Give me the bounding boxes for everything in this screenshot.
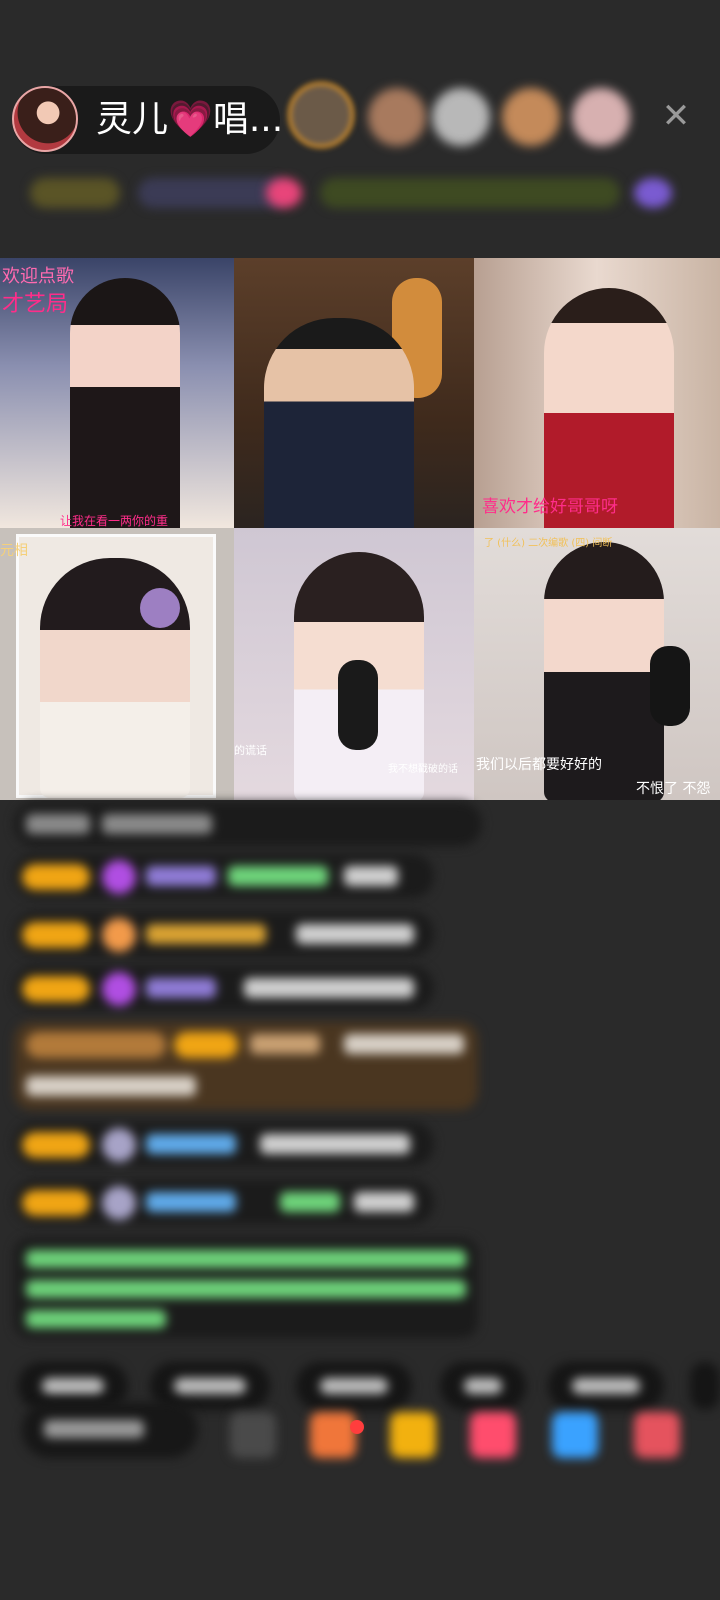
tile-caption: 欢迎点歌 [2,266,74,287]
user-avatar [102,1186,136,1220]
lantern-icon [102,918,136,952]
level-badge [174,1032,238,1058]
video-tile-4[interactable]: 元相 [0,528,234,800]
envelope-icon[interactable] [390,1412,436,1458]
notification-dot [350,1420,364,1434]
host-name[interactable]: 灵儿💗唱... [96,96,283,144]
top-viewer-avatar-3[interactable] [432,88,490,146]
chat-text [26,814,90,834]
room-info-bar[interactable] [20,170,684,216]
quick-reply-chip[interactable] [440,1362,526,1410]
microphone-icon [338,660,378,750]
nickname [146,978,216,998]
level-badge [22,1190,90,1216]
chat-text [296,924,414,944]
gift-badge [26,1032,166,1058]
share-icon[interactable] [634,1412,680,1458]
chat-message[interactable] [14,802,482,846]
chat-text [344,1034,464,1054]
tile-caption: 不恨了 不怨 [636,781,711,797]
flower-icon [140,588,180,628]
tile-caption: 才艺局 [2,292,69,317]
video-tile-2[interactable] [234,258,474,528]
chat-message[interactable] [14,1180,434,1224]
system-notice [14,1238,478,1338]
quick-reply-chip[interactable] [548,1362,664,1410]
chat-message[interactable] [14,1122,434,1166]
chat-input[interactable] [22,1402,198,1458]
chat-text [280,1192,340,1212]
level-badge [22,864,90,890]
chat-text [228,866,328,886]
tile-caption: 的谎话 [234,744,267,757]
video-tile-3[interactable]: 喜欢才给好哥哥呀 [474,258,720,528]
chat-text [354,1192,414,1212]
quick-reply-chip[interactable] [690,1362,720,1410]
video-tile-5[interactable]: 的谎话 我不想戳破的话 [234,528,474,800]
tile-caption: 元相 [0,543,28,559]
notice-text [26,1280,466,1298]
tile-caption: 喜欢才给好哥哥呀 [482,497,618,517]
top-viewer-avatar-2[interactable] [368,88,426,146]
notice-chip[interactable] [320,178,620,208]
host-figure [264,318,414,528]
nickname [146,1192,236,1212]
top-viewer-avatar-1[interactable] [288,82,354,148]
quick-reply-chip[interactable] [296,1362,412,1410]
hot-rank-chip[interactable] [30,178,120,208]
chat-text [344,866,398,886]
host-figure [70,278,180,528]
tile-caption: 了 (什么) 二次编歌 (四) 间断 [484,538,613,549]
chat-text [244,978,414,998]
chat-text [26,1076,196,1096]
close-icon[interactable]: ✕ [656,96,696,136]
user-avatar [102,1128,136,1162]
chat-message[interactable] [14,854,434,898]
chat-text [102,814,212,834]
chat-message[interactable] [14,912,434,956]
tile-caption: 我们以后都要好好的 [476,757,602,773]
chat-icon[interactable] [552,1412,598,1458]
emoji-icon[interactable] [230,1412,276,1458]
heart-icon[interactable] [470,1412,516,1458]
chat-message[interactable] [14,966,434,1010]
tile-caption: 我不想戳破的话 [388,764,458,775]
gem-icon [102,972,136,1006]
notice-text [26,1310,166,1328]
video-tile-6[interactable]: 了 (什么) 二次编歌 (四) 间断 我们以后都要好好的 不恨了 不怨 [474,528,720,800]
video-tile-1[interactable]: 欢迎点歌 才艺局 让我在看一两你的重 [0,258,234,528]
notice-text [26,1250,466,1268]
level-badge [22,976,90,1002]
tile-caption: 让我在看一两你的重 [60,514,169,528]
level-badge [22,1132,90,1158]
gem-icon [102,860,136,894]
gift-icon[interactable] [310,1412,356,1458]
gift-notice[interactable] [14,1022,478,1110]
level-badge [22,922,90,948]
chat-input-placeholder [44,1420,144,1438]
nickname [146,1134,236,1154]
nickname [250,1034,320,1054]
nickname [146,866,216,886]
host-avatar[interactable] [12,86,78,152]
top-viewer-avatar-5[interactable] [572,88,630,146]
chat-text [260,1134,410,1154]
activity-icon[interactable] [634,178,672,208]
top-viewer-avatar-4[interactable] [502,88,560,146]
follow-chip[interactable] [266,178,302,208]
nickname [146,924,266,944]
microphone-icon [650,646,690,726]
